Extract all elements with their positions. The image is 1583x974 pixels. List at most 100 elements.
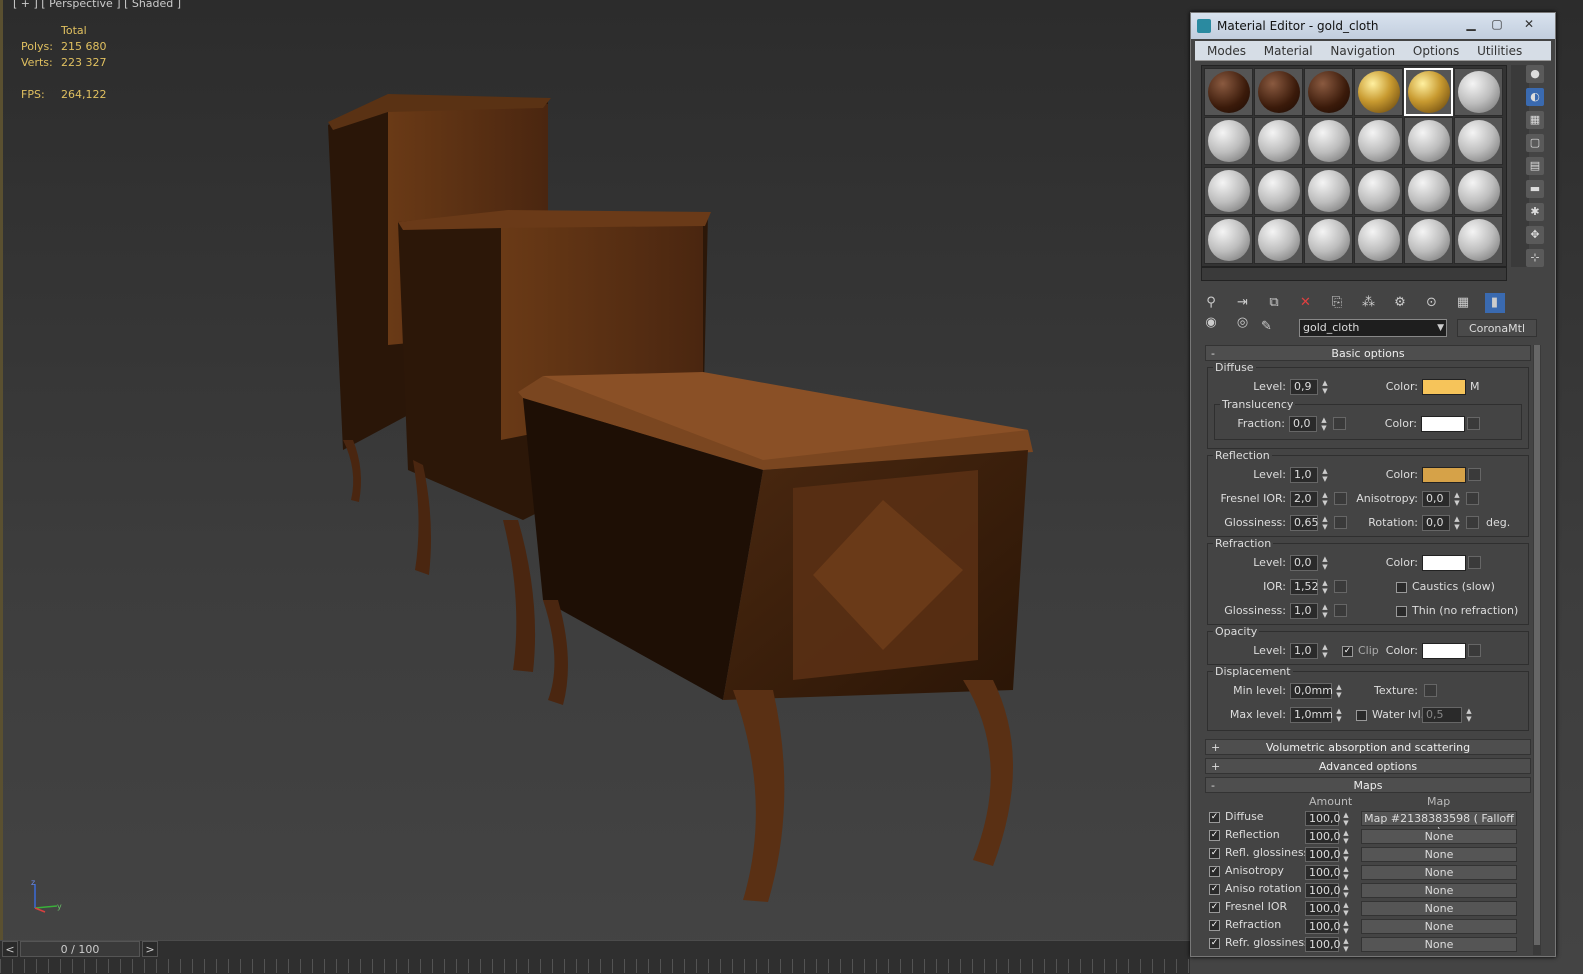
spinner-arrows-icon[interactable]: ▲ ▼ <box>1341 883 1351 899</box>
material-slot[interactable] <box>1454 215 1503 264</box>
map-slot-button[interactable]: None <box>1361 937 1517 952</box>
put-to-scene-icon[interactable]: ⇥ <box>1233 293 1253 313</box>
rollout-scrollbar[interactable] <box>1533 345 1541 955</box>
diffuse-color-swatch[interactable] <box>1422 379 1466 395</box>
map-enable-checkbox[interactable]: ✓ <box>1209 848 1220 859</box>
maximize-icon[interactable]: ▢ <box>1485 16 1509 34</box>
timeline-next-button[interactable]: > <box>142 941 158 957</box>
caustics-checkbox[interactable] <box>1396 582 1407 593</box>
backlight-icon[interactable]: ◐ <box>1526 88 1544 106</box>
map-enable-checkbox[interactable]: ✓ <box>1209 812 1220 823</box>
menu-modes[interactable]: Modes <box>1207 44 1246 58</box>
map-amount-spinner[interactable]: 100,0 <box>1305 847 1341 862</box>
spinner-arrows-icon[interactable]: ▲ ▼ <box>1341 829 1351 845</box>
map-enable-checkbox[interactable]: ✓ <box>1209 884 1220 895</box>
show-map-icon[interactable]: ▦ <box>1453 293 1473 313</box>
map-slot-button[interactable] <box>1333 417 1346 430</box>
spinner-arrows-icon[interactable]: ▲ ▼ <box>1341 811 1351 827</box>
menu-navigation[interactable]: Navigation <box>1330 44 1395 58</box>
map-slot-button[interactable] <box>1334 516 1347 529</box>
material-slot[interactable] <box>1254 215 1303 264</box>
map-slot-button[interactable]: None <box>1361 883 1517 898</box>
minimize-icon[interactable]: ▁ <box>1459 16 1483 34</box>
rotation-spinner[interactable]: 0,0 <box>1422 515 1450 531</box>
material-type-button[interactable]: CoronaMtl <box>1457 319 1537 337</box>
opacity-level-spinner[interactable]: 1,0 <box>1290 643 1318 659</box>
spinner-arrows-icon[interactable]: ▲ ▼ <box>1334 683 1344 699</box>
spinner-arrows-icon[interactable]: ▲ ▼ <box>1320 515 1330 531</box>
timeline-prev-button[interactable]: < <box>2 941 18 957</box>
max-level-spinner[interactable]: 1,0mm <box>1290 707 1333 723</box>
map-amount-spinner[interactable]: 100,0 <box>1305 829 1341 844</box>
material-slot[interactable] <box>1454 68 1503 116</box>
material-slot[interactable] <box>1304 166 1353 215</box>
map-slot-button[interactable] <box>1468 468 1481 481</box>
refraction-level-spinner[interactable]: 0,0 <box>1290 555 1318 571</box>
spinner-arrows-icon[interactable]: ▲ ▼ <box>1320 491 1330 507</box>
map-enable-checkbox[interactable]: ✓ <box>1209 830 1220 841</box>
show-end-result-icon[interactable]: ▮ <box>1484 293 1505 313</box>
map-slot-button[interactable] <box>1468 644 1481 657</box>
diffuse-map-button[interactable]: M <box>1470 378 1480 396</box>
material-map-navigator-icon[interactable]: ⊹ <box>1526 249 1544 267</box>
spinner-arrows-icon[interactable]: ▲ ▼ <box>1320 467 1330 483</box>
material-slot[interactable] <box>1304 68 1353 116</box>
options-icon[interactable]: ✱ <box>1526 203 1544 221</box>
spinner-arrows-icon[interactable]: ▲ ▼ <box>1341 865 1351 881</box>
translucency-fraction-spinner[interactable]: 0,0 <box>1289 416 1317 432</box>
map-enable-checkbox[interactable]: ✓ <box>1209 902 1220 913</box>
material-slot[interactable] <box>1354 68 1403 116</box>
material-slot[interactable] <box>1404 68 1453 116</box>
spinner-arrows-icon[interactable]: ▲ ▼ <box>1320 555 1330 571</box>
material-slot[interactable] <box>1254 117 1303 166</box>
material-slot[interactable] <box>1304 117 1353 166</box>
texture-map-button[interactable] <box>1424 684 1437 697</box>
map-amount-spinner[interactable]: 100,0 <box>1305 865 1341 880</box>
make-unique-icon[interactable]: ⁂ <box>1359 293 1379 313</box>
timeline[interactable]: < 0 / 100 > <box>0 940 1190 974</box>
reflection-glossiness-spinner[interactable]: 0,65 <box>1290 515 1319 531</box>
spinner-arrows-icon[interactable]: ▲ ▼ <box>1341 919 1351 935</box>
map-slot-button[interactable]: None <box>1361 865 1517 880</box>
map-amount-spinner[interactable]: 100,0 <box>1305 811 1341 826</box>
material-slot[interactable] <box>1254 166 1303 215</box>
map-slot-button[interactable] <box>1466 516 1479 529</box>
material-slot[interactable] <box>1204 166 1253 215</box>
reflection-level-spinner[interactable]: 1,0 <box>1290 467 1318 483</box>
go-forward-sibling-icon[interactable]: ◎ <box>1233 313 1253 333</box>
material-slot[interactable] <box>1254 68 1303 116</box>
assign-to-selection-icon[interactable]: ⧉ <box>1264 293 1284 313</box>
spinner-arrows-icon[interactable]: ▲ ▼ <box>1320 643 1330 659</box>
map-slot-button[interactable]: None <box>1361 847 1517 862</box>
maps-rollout[interactable]: - Maps <box>1205 777 1531 793</box>
get-material-icon[interactable]: ⚲ <box>1201 293 1221 313</box>
spinner-arrows-icon[interactable]: ▲ ▼ <box>1341 937 1351 953</box>
map-slot-button[interactable] <box>1334 580 1347 593</box>
refraction-glossiness-spinner[interactable]: 1,0 <box>1290 603 1318 619</box>
spinner-arrows-icon[interactable]: ▲ ▼ <box>1320 579 1330 595</box>
sample-type-icon[interactable]: ● <box>1526 65 1544 83</box>
map-slot-button[interactable]: None <box>1361 919 1517 934</box>
menu-options[interactable]: Options <box>1413 44 1459 58</box>
material-slot[interactable] <box>1404 166 1453 215</box>
select-by-material-icon[interactable]: ✥ <box>1526 226 1544 244</box>
map-slot-button[interactable] <box>1468 556 1481 569</box>
material-slot[interactable] <box>1354 215 1403 264</box>
go-to-parent-icon[interactable]: ◉ <box>1201 313 1221 333</box>
make-preview-icon[interactable]: ▬ <box>1526 180 1544 198</box>
opacity-color-swatch[interactable] <box>1422 643 1466 659</box>
material-editor-window[interactable]: Material Editor - gold_cloth ▁ ▢ ✕ Modes… <box>1190 12 1556 957</box>
material-slot[interactable] <box>1204 68 1253 116</box>
material-slot[interactable] <box>1404 215 1453 264</box>
map-slot-button[interactable] <box>1467 417 1480 430</box>
spinner-arrows-icon[interactable]: ▲ ▼ <box>1341 901 1351 917</box>
map-slot-button[interactable] <box>1466 492 1479 505</box>
slots-horizontal-scrollbar[interactable] <box>1201 267 1507 281</box>
video-color-check-icon[interactable]: ▤ <box>1526 157 1544 175</box>
map-slot-button[interactable]: Map #2138383598 ( Falloff ) <box>1361 811 1517 838</box>
spinner-arrows-icon[interactable]: ▲ ▼ <box>1341 847 1351 863</box>
water-level-spinner[interactable]: 0,5 <box>1422 707 1462 723</box>
copy-material-icon[interactable]: ⎘ <box>1327 293 1347 313</box>
reflection-color-swatch[interactable] <box>1422 467 1466 483</box>
map-slot-button[interactable] <box>1334 604 1347 617</box>
